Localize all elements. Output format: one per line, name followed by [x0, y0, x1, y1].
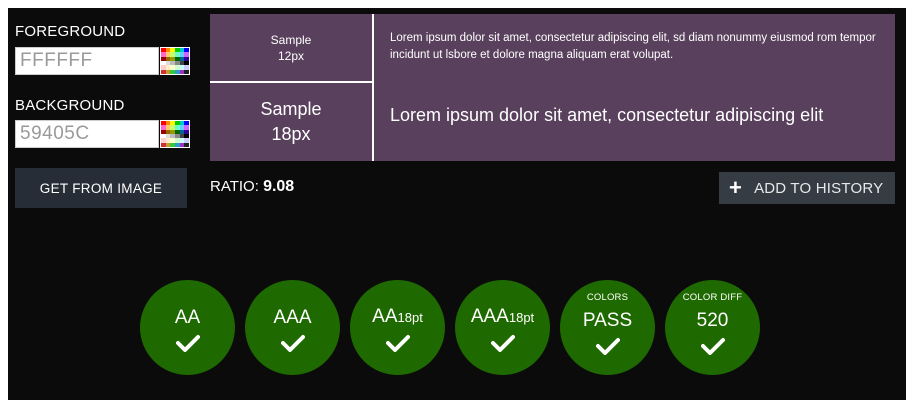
result-badge: AA18pt — [350, 280, 445, 375]
badge-title: PASS — [583, 311, 632, 331]
badge-caption: COLORS — [586, 292, 629, 303]
foreground-label: FOREGROUND — [15, 23, 126, 40]
sample-12px-cell: Sample 12px — [210, 14, 372, 81]
check-icon — [280, 334, 305, 352]
check-icon — [175, 334, 200, 352]
badge-title: AAA18pt — [471, 307, 534, 328]
check-icon — [595, 338, 620, 355]
sample-12px-text: Lorem ipsum dolor sit amet, consectetur … — [390, 32, 876, 61]
foreground-input[interactable] — [15, 47, 159, 75]
check-icon — [385, 335, 410, 352]
badge-caption: COLOR DIFF — [682, 292, 743, 303]
sample-12px-label: Sample — [270, 32, 312, 47]
divider — [372, 14, 374, 161]
result-badge: AAA — [245, 280, 340, 375]
result-badge: AAA18pt — [455, 280, 550, 375]
background-input[interactable] — [15, 120, 159, 148]
result-badge: COLOR DIFF 520 — [665, 280, 760, 375]
get-from-image-button[interactable]: GET FROM IMAGE — [15, 168, 187, 208]
ratio-value: 9.08 — [263, 178, 295, 195]
check-icon — [700, 338, 725, 355]
badge-level: AAA — [273, 306, 312, 328]
plus-icon: + — [729, 175, 743, 200]
badge-level: AAA — [470, 306, 509, 327]
sample-18px-label: Sample — [260, 99, 322, 119]
badge-level: PASS — [582, 310, 633, 331]
ratio-label: RATIO: — [210, 178, 259, 195]
sample-12px-size: 12px — [277, 48, 305, 63]
background-label: BACKGROUND — [15, 97, 125, 114]
badge-title: 520 — [697, 311, 729, 331]
badge-suffix: 18pt — [397, 310, 423, 325]
sample-18px-size: 18px — [271, 124, 311, 144]
badge-level: 520 — [696, 310, 729, 331]
sample-18px-cell: Sample 18px — [210, 83, 372, 161]
badge-level: AA — [174, 306, 201, 328]
badge-level: AA — [372, 306, 398, 327]
badge-title: AA18pt — [372, 307, 423, 328]
sample-preview: Sample 12px Sample 18px Lorem ipsum dolo… — [210, 14, 895, 161]
background-palette-icon[interactable] — [160, 120, 190, 148]
check-icon — [490, 335, 515, 352]
add-to-history-button[interactable]: + ADD TO HISTORY — [719, 172, 895, 204]
badge-title: AAA — [273, 306, 312, 328]
badge-suffix: 18pt — [508, 310, 535, 325]
contrast-ratio: RATIO: 9.08 — [210, 178, 294, 196]
add-to-history-label: ADD TO HISTORY — [754, 179, 884, 197]
badge-title: AA — [174, 306, 201, 328]
contrast-checker-panel: FOREGROUND BACKGROUND GET FROM IMAGE Sam… — [8, 8, 906, 400]
sample-18px-text: Lorem ipsum dolor sit amet, consectetur … — [390, 105, 824, 125]
foreground-palette-icon[interactable] — [160, 47, 190, 75]
result-badge: COLORS PASS — [560, 280, 655, 375]
result-badge: AA — [140, 280, 235, 375]
